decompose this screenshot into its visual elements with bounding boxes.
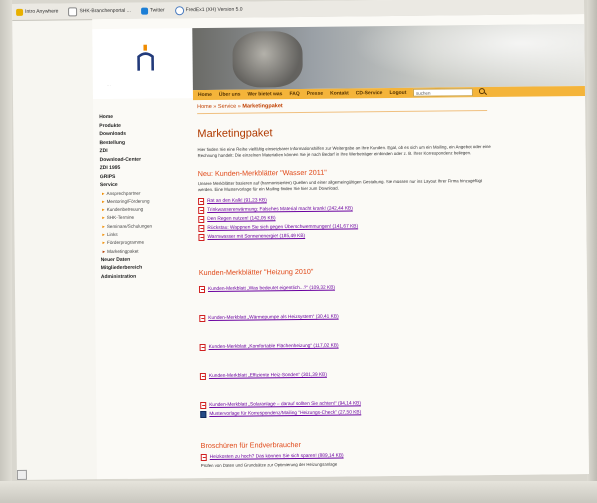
- page-title: Marketingpaket: [197, 127, 273, 141]
- bullet-icon: ▸: [102, 215, 105, 222]
- star-icon: [16, 8, 24, 16]
- breadcrumb-home[interactable]: Home: [197, 104, 212, 110]
- pdf-icon: [198, 285, 206, 293]
- breadcrumb-service[interactable]: Service: [218, 104, 236, 110]
- sidebar-item-admin[interactable]: Administration: [95, 272, 195, 282]
- globe-icon: [174, 5, 184, 15]
- main-content: Home » Service » Marketingpaket Marketin…: [197, 96, 581, 468]
- pdf-icon: [199, 314, 206, 322]
- bullet-icon: ▸: [102, 207, 105, 214]
- pdf-icon: [200, 453, 207, 461]
- bookmark-item[interactable]: Intro Anywhere: [16, 8, 58, 16]
- monitor-bezel-left: [0, 0, 12, 503]
- bullet-icon: ▸: [102, 198, 105, 205]
- search-input[interactable]: suchen: [412, 88, 473, 97]
- bookmark-item[interactable]: FredEx1 (XH) Version 5.0: [174, 5, 243, 15]
- bullet-icon: ▸: [101, 190, 105, 197]
- bullet-icon: ▸: [102, 232, 105, 239]
- status-bar-corner: [16, 469, 27, 480]
- download-list-brochures: Heizkosten zu hoch? Das können Sie sich …: [200, 449, 581, 468]
- download-link[interactable]: Kunden-Merkblatt „Wärmepumpe als Heizsys…: [199, 310, 579, 323]
- word-document-icon: [200, 410, 207, 418]
- pdf-icon: [200, 401, 207, 409]
- nav-offers[interactable]: Wer bietet was: [248, 91, 283, 97]
- pdf-icon: [198, 197, 205, 205]
- pdf-icon: [198, 206, 205, 214]
- download-link[interactable]: Kunden-Merkblatt „Komfortable Flächenhei…: [199, 339, 580, 352]
- breadcrumb-current: Marketingpaket: [242, 103, 283, 110]
- hero-image: [192, 23, 589, 91]
- page-icon: [68, 6, 78, 16]
- download-list-wasser: Rat an den Kalk! (91,23 KB) Trinkwassere…: [198, 193, 578, 242]
- nav-cd-service[interactable]: CD-Service: [356, 90, 383, 96]
- download-list-heizung: Kunden-Merkblatt „Was bedeutet eigentlic…: [198, 281, 580, 419]
- section-title-heizung: Kunden-Merkblätter "Heizung 2010": [198, 266, 314, 277]
- browser-screen: Intro Anywhere SHK-Branchenportal ... Tw…: [12, 0, 589, 480]
- section-description: Unsere Merkblätter basieren auf (harmoni…: [197, 178, 483, 192]
- monitor-bezel-bottom: [0, 481, 597, 503]
- monitor-bezel-right: [587, 0, 597, 503]
- bullet-icon: ▸: [102, 240, 106, 247]
- nav-faq[interactable]: FAQ: [289, 91, 299, 97]
- pdf-icon: [199, 372, 206, 380]
- pdf-icon: [199, 343, 206, 351]
- nav-logout[interactable]: Logout: [389, 90, 406, 96]
- bookmark-item[interactable]: Twitter: [140, 7, 165, 15]
- pdf-icon: [198, 233, 205, 241]
- pdf-icon: [198, 215, 205, 223]
- section-title-brochures: Broschüren für Endverbraucher: [200, 439, 301, 450]
- logo[interactable]: ...: [92, 28, 193, 100]
- bullet-icon: ▸: [102, 248, 106, 255]
- download-link[interactable]: Kunden-Merkblatt „Effiziente Heiz-Sonden…: [199, 368, 580, 381]
- bookmark-item[interactable]: SHK-Branchenportal ...: [68, 6, 131, 16]
- sidebar: Home Produkte Downloads Bestellung ZDI D…: [93, 112, 195, 281]
- section-title-wasser: Neu: Kunden-Merkblätter "Wasser 2011": [197, 167, 327, 179]
- bullet-icon: ▸: [102, 223, 105, 230]
- hero-photo: [232, 30, 303, 88]
- nav-press[interactable]: Presse: [307, 91, 323, 97]
- intro-text: Hier finden Sie eine Reihe vielfältig ei…: [197, 143, 491, 159]
- logo-mark-icon: [137, 44, 155, 71]
- download-link[interactable]: Kunden-Merkblatt „Was bedeutet eigentlic…: [198, 281, 579, 294]
- search-icon[interactable]: [478, 88, 485, 95]
- twitter-icon: [140, 7, 148, 15]
- nav-home[interactable]: Home: [198, 92, 212, 98]
- nav-contact[interactable]: Kontakt: [330, 90, 349, 96]
- logo-text: ...: [106, 82, 112, 88]
- nav-about[interactable]: Über uns: [219, 92, 241, 98]
- hero-glow: [352, 23, 589, 89]
- web-page: ... Home Über uns Wer bietet was FAQ Pre…: [92, 13, 589, 480]
- breadcrumb: Home » Service » Marketingpaket: [197, 101, 488, 115]
- pdf-icon: [198, 224, 205, 232]
